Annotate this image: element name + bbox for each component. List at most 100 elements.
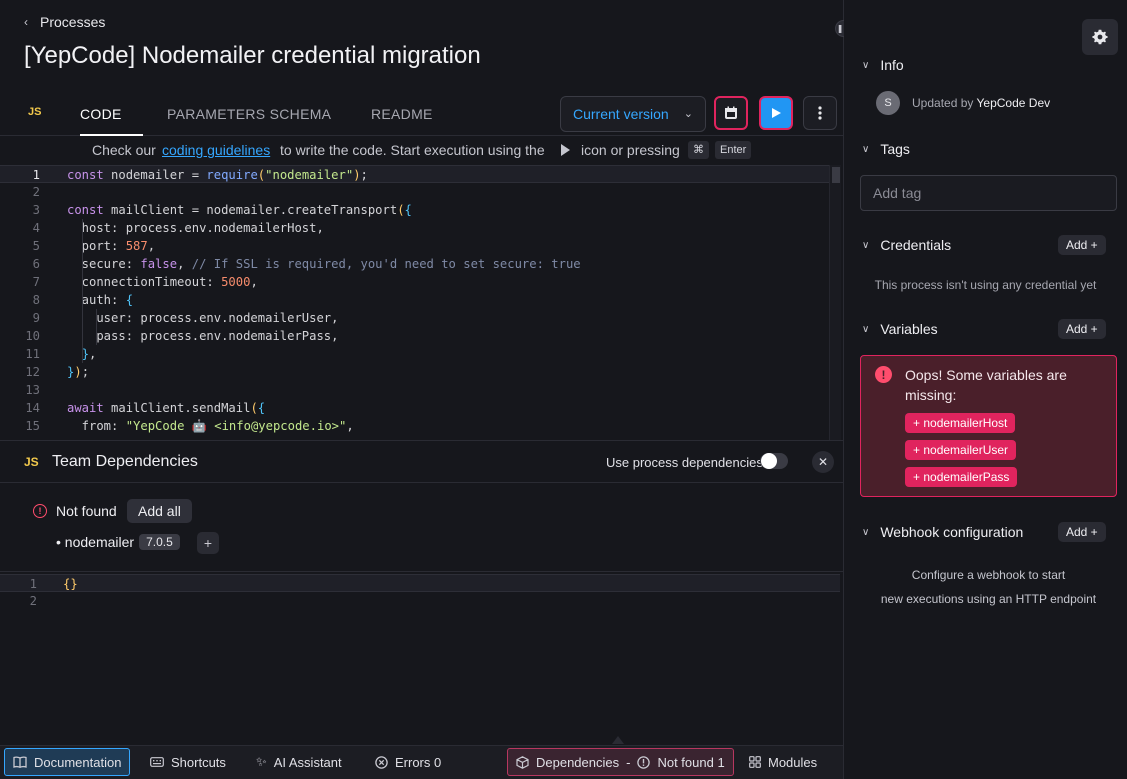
line-number: 7 [32, 275, 40, 289]
settings-button[interactable] [1082, 19, 1118, 55]
errors-button[interactable]: Errors 0 [367, 748, 449, 776]
code-editor[interactable]: 1 const nodemailer = require("nodemailer"… [0, 165, 843, 440]
chevron-down-icon: ∨ [862, 526, 870, 538]
code-line: 13 [0, 381, 840, 399]
tab-readme[interactable]: README [371, 92, 433, 136]
bullet: • [56, 534, 65, 550]
variables-title: Variables [880, 321, 938, 337]
credentials-section-toggle[interactable]: ∨ Credentials [862, 237, 951, 253]
scrollbar-thumb[interactable] [832, 167, 840, 183]
keyboard-icon [150, 757, 164, 767]
close-icon: ✕ [817, 455, 829, 469]
webhook-section-toggle[interactable]: ∨ Webhook configuration [862, 524, 1023, 540]
tab-code[interactable]: CODE [80, 92, 143, 136]
close-dependencies-button[interactable]: ✕ [812, 451, 834, 473]
code-line: 2 [0, 183, 840, 201]
version-select-value: Current version [573, 106, 669, 122]
schedule-button[interactable] [714, 96, 748, 130]
missing-variable-chip[interactable]: + nodemailerHost [905, 413, 1016, 433]
more-options-button[interactable] [803, 96, 837, 130]
alert-circle-icon: ! [875, 366, 892, 383]
add-variable-button[interactable]: Add + [1058, 319, 1106, 339]
webhook-description: Configure a webhook to start new executi… [844, 563, 1127, 611]
indent-guide [82, 219, 83, 363]
avatar: S [876, 91, 900, 115]
run-button[interactable] [759, 96, 793, 130]
dependency-item: • nodemailer 7.0.5 [56, 534, 180, 550]
dependencies-title: Team Dependencies [52, 453, 198, 470]
version-select[interactable]: Current version ⌄ [560, 96, 706, 132]
editor-line: 1 {} [0, 574, 840, 592]
documentation-button[interactable]: Documentation [4, 748, 131, 776]
add-credential-button[interactable]: Add + [1058, 235, 1106, 255]
shortcuts-label: Shortcuts [171, 754, 226, 770]
tab-parameters-schema-label: PARAMETERS SCHEMA [167, 106, 332, 122]
code-line: 3 const mailClient = nodemailer.createTra… [0, 201, 840, 219]
missing-variables-text: Oops! Some variables are missing: [905, 367, 1067, 403]
book-icon [13, 756, 27, 768]
info-section-toggle[interactable]: ∨ Info [862, 57, 904, 73]
code-line: 4 host: process.env.nodemailerHost, [0, 219, 840, 237]
missing-variable-chip[interactable]: + nodemailerUser [905, 440, 1017, 460]
modules-button[interactable]: Modules [741, 748, 825, 776]
code-line: 14 await mailClient.sendMail({ [0, 399, 840, 417]
dependencies-editor[interactable]: 1 {} 2 [0, 571, 843, 746]
breadcrumb[interactable]: ‹ Processes [24, 12, 105, 32]
updated-by-text: Updated by YepCode Dev [912, 96, 1050, 110]
line-code: auth: { [67, 293, 134, 307]
line-number: 15 [25, 419, 40, 433]
package-icon [516, 755, 529, 769]
variables-section-toggle[interactable]: ∨ Variables [862, 321, 938, 337]
credentials-empty-text: This process isn't using any credential … [874, 278, 1097, 292]
info-title: Info [880, 57, 904, 73]
js-language-badge: JS [24, 455, 39, 469]
documentation-label: Documentation [34, 754, 122, 770]
coding-guidelines-link[interactable]: coding guidelines [162, 142, 270, 158]
code-line: 8 auth: { [0, 291, 840, 309]
tags-section-toggle[interactable]: ∨ Tags [862, 141, 910, 157]
chevron-down-icon: ∨ [862, 59, 870, 71]
line-number: 9 [32, 311, 40, 325]
line-number: 2 [29, 594, 37, 608]
tab-parameters-schema[interactable]: PARAMETERS SCHEMA [167, 92, 331, 136]
indent-guide [96, 309, 97, 345]
add-dependency-button[interactable]: + [197, 532, 219, 554]
line-code: from: "YepCode 🤖 <info@yepcode.io>", [67, 419, 354, 433]
editor-line: 2 [0, 592, 840, 610]
toggle-knob [761, 453, 777, 469]
panel-pointer [612, 736, 624, 744]
updated-by-prefix: Updated by [912, 96, 974, 110]
plus-icon: + [203, 535, 213, 551]
code-line: 10 pass: process.env.nodemailerPass, [0, 327, 840, 345]
line-code: pass: process.env.nodemailerPass, [67, 329, 339, 343]
code-line: 7 connectionTimeout: 5000, [0, 273, 840, 291]
line-code: const mailClient = nodemailer.createTran… [67, 203, 412, 217]
webhook-description-line: new executions using an HTTP endpoint [880, 592, 1097, 606]
add-tag-input[interactable] [860, 175, 1117, 211]
code-line: 9 user: process.env.nodemailerUser, [0, 309, 840, 327]
add-webhook-button[interactable]: Add + [1058, 522, 1106, 542]
line-number: 6 [32, 257, 40, 271]
chevron-down-icon: ∨ [862, 323, 870, 335]
dependencies-button[interactable]: Dependencies - Not found 1 [507, 748, 734, 776]
webhook-title: Webhook configuration [880, 524, 1024, 540]
line-number: 1 [32, 168, 40, 182]
ai-assistant-button[interactable]: ✨︎ AI Assistant [248, 748, 350, 776]
line-code: connectionTimeout: 5000, [67, 275, 258, 289]
line-code: port: 587, [67, 239, 156, 253]
breadcrumb-processes[interactable]: Processes [40, 14, 105, 30]
add-all-button[interactable]: Add all [127, 499, 192, 523]
missing-variable-chip[interactable]: + nodemailerPass [905, 467, 1018, 487]
more-vertical-icon [818, 106, 822, 120]
shortcuts-button[interactable]: Shortcuts [142, 748, 234, 776]
code-line: 11 }, [0, 345, 840, 363]
dependency-version: 7.0.5 [139, 534, 180, 550]
code-line: 15 from: "YepCode 🤖 <info@yepcode.io>", [0, 417, 840, 435]
tags-title: Tags [880, 141, 910, 157]
coding-hint: Check our coding guidelines to write the… [0, 140, 843, 162]
page-title: [YepCode] Nodemailer credential migratio… [24, 42, 481, 69]
line-number: 13 [25, 383, 40, 397]
missing-variables-alert: ! Oops! Some variables are missing: + no… [860, 355, 1117, 497]
chevron-down-icon: ⌄ [683, 108, 693, 120]
use-process-dependencies-toggle[interactable] [760, 453, 788, 469]
